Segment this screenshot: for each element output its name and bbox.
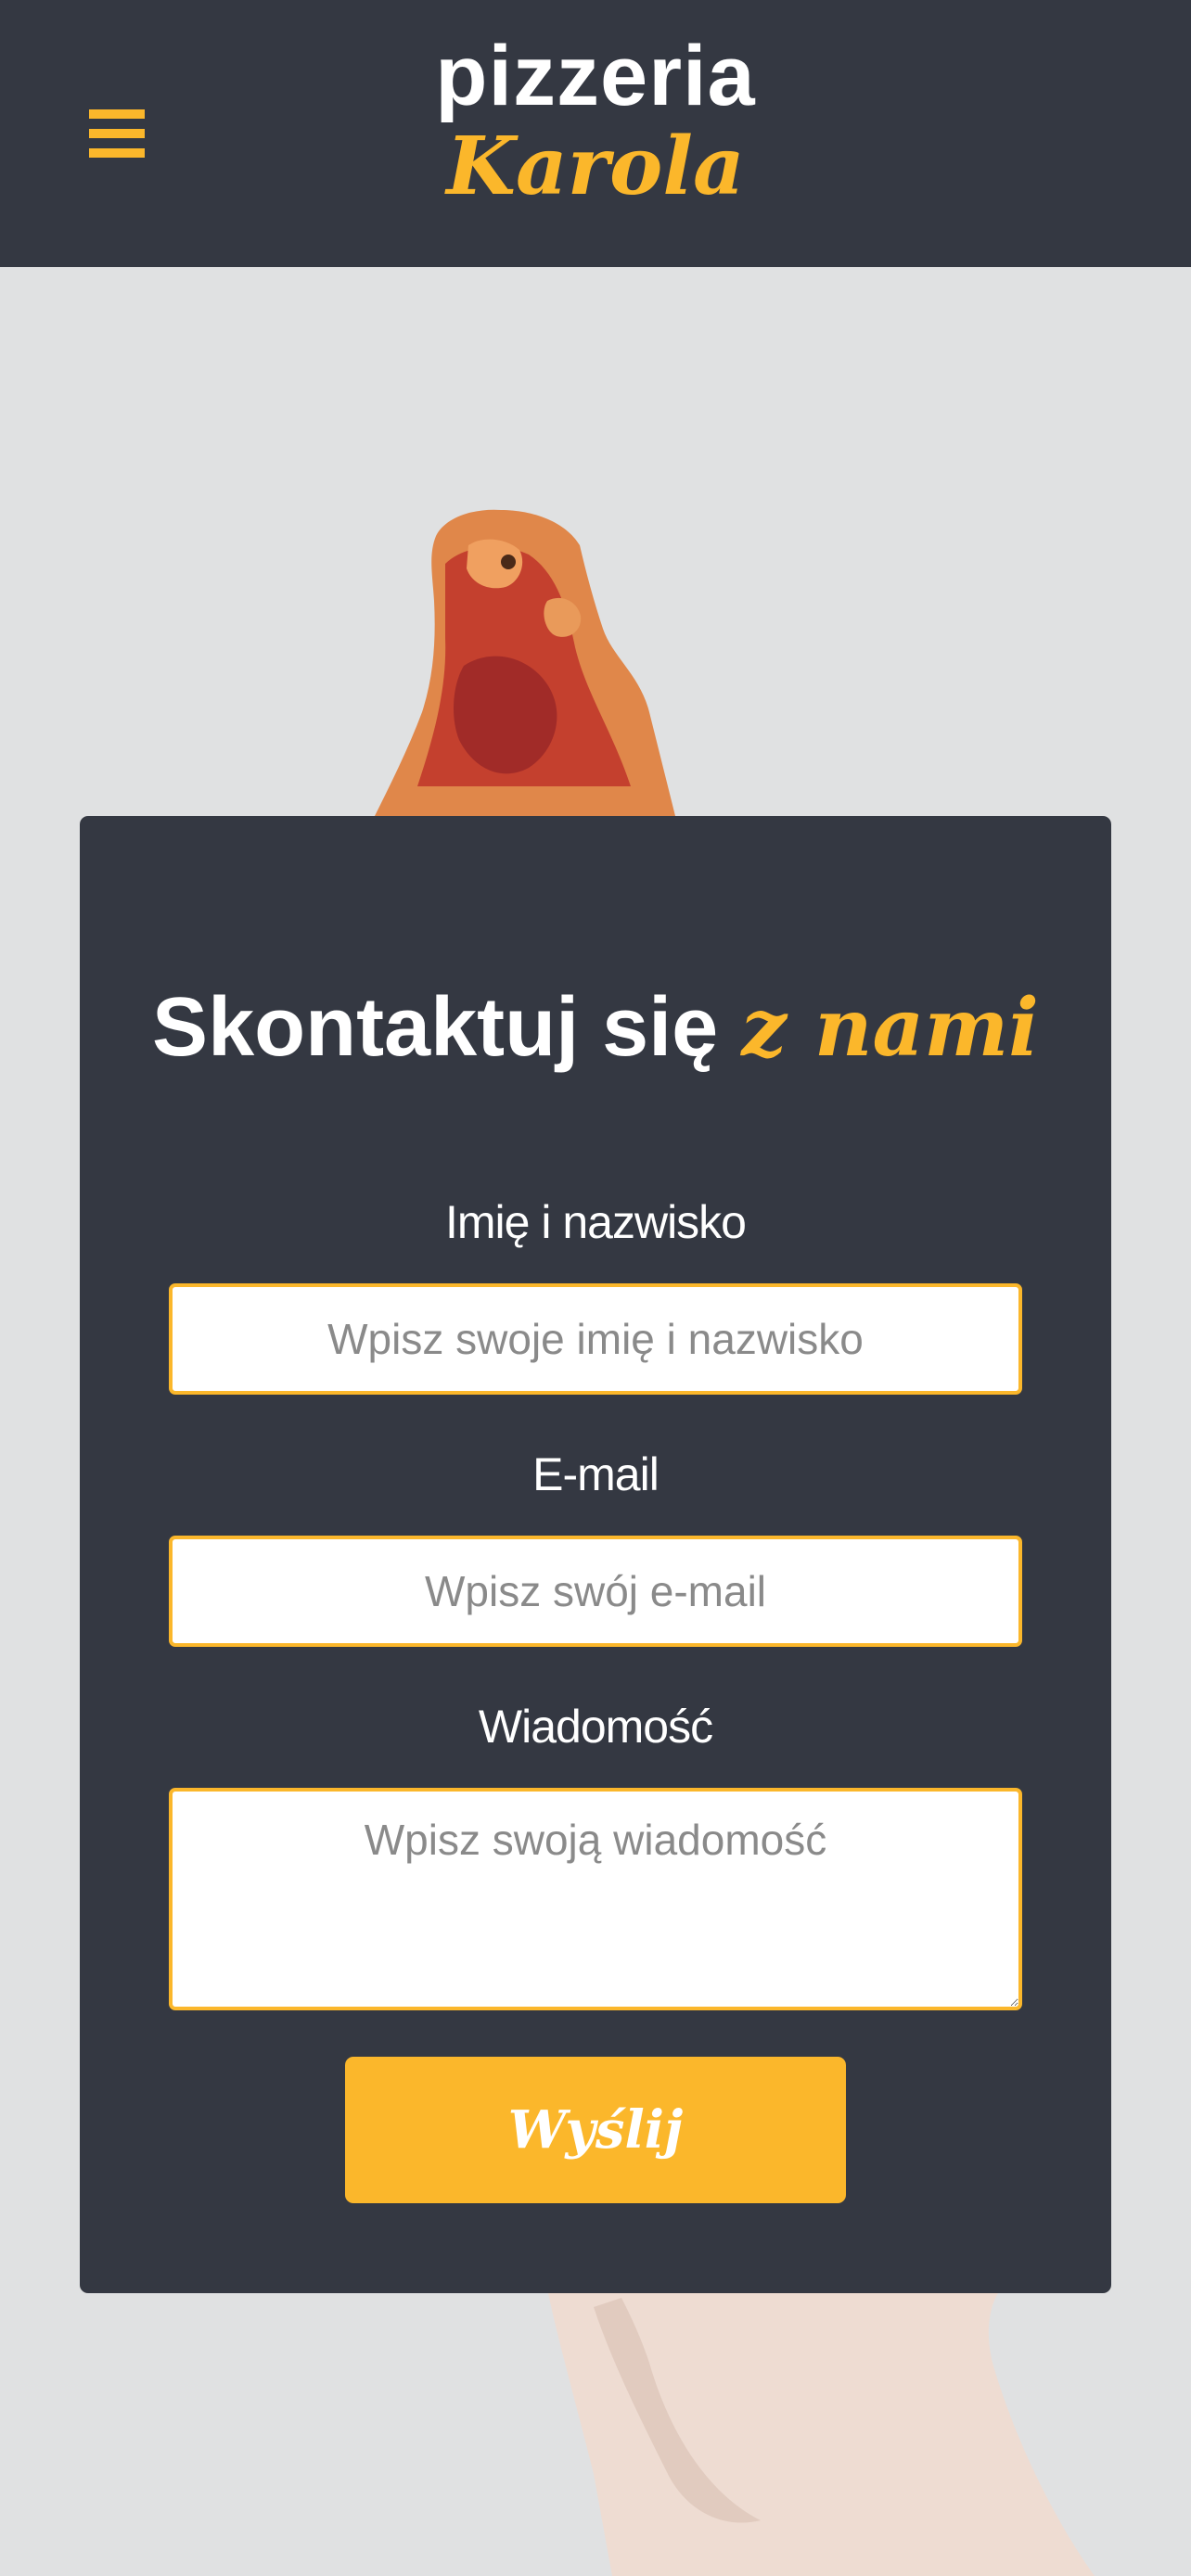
contact-title-accent: z nami [741,981,1039,1075]
site-header: pizzeria Karola [0,0,1191,267]
submit-button[interactable]: Wyślij [345,2057,846,2203]
name-label: Imię i nazwisko [445,1196,747,1248]
message-textarea[interactable] [169,1788,1022,2010]
message-label: Wiadomość [478,1701,713,1753]
brand-logo[interactable]: pizzeria Karola [0,28,1191,213]
brand-name-bottom: Karola [446,120,745,213]
contact-title-main: Skontaktuj się [152,981,719,1074]
email-label: E-mail [532,1448,660,1500]
contact-title: Skontaktuj się z nami [80,981,1111,1075]
email-input[interactable] [169,1536,1022,1647]
page: pizzeria Karola Skontaktuj się z nami Im… [0,0,1191,2576]
name-input[interactable] [169,1283,1022,1395]
brand-name-top: pizzeria [435,29,756,123]
contact-form-card: Skontaktuj się z nami Imię i nazwisko E-… [80,816,1111,2293]
